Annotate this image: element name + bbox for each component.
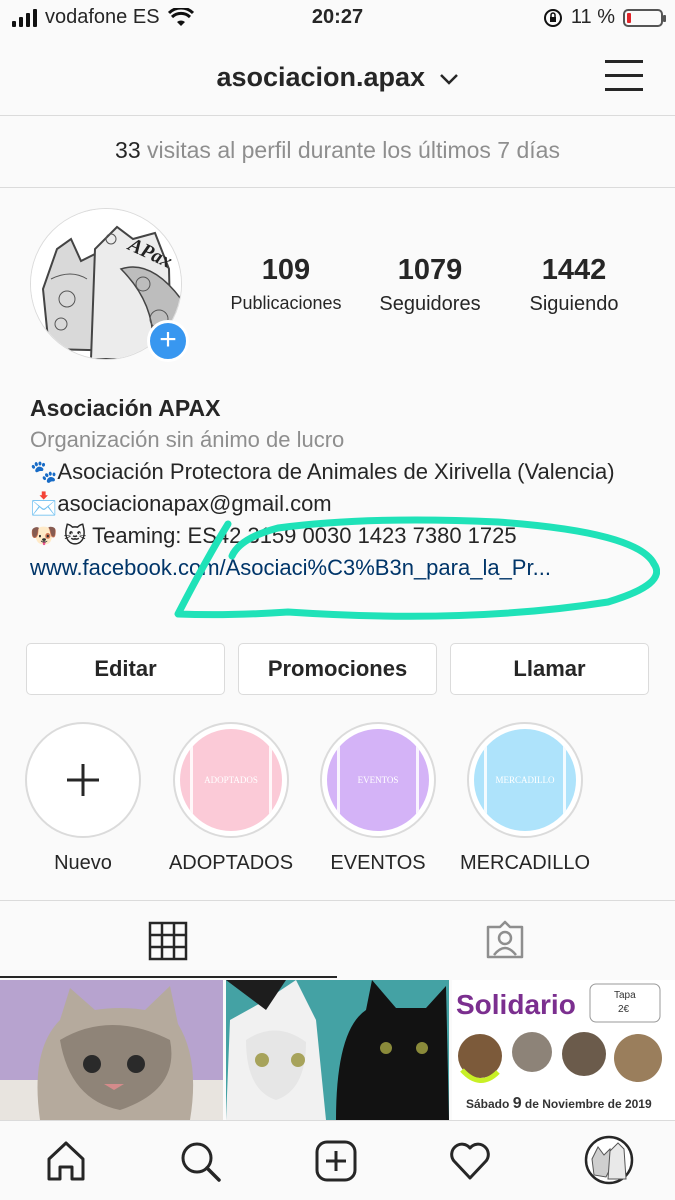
chevron-down-icon: [439, 74, 458, 85]
post-thumbnail[interactable]: [0, 980, 223, 1120]
svg-text:Sábado 9 de Noviembre de 2019: Sábado 9 de Noviembre de 2019: [466, 1095, 652, 1112]
followers-label: Seguidores: [379, 293, 481, 315]
svg-text:Tapa: Tapa: [614, 990, 636, 1001]
status-bar: vodafone ES 20:27 11 %: [0, 0, 675, 38]
highlight-label: ADOPTADOS: [168, 852, 294, 874]
highlight-mercadillo[interactable]: MERCADILLO MERCADILLO: [460, 722, 590, 875]
battery-icon: [623, 8, 666, 27]
highlight-cover: EVENTOS: [327, 729, 429, 831]
posts-count: 109: [261, 254, 311, 286]
active-tab-indicator: [0, 976, 337, 978]
highlight-cover: ADOPTADOS: [180, 729, 282, 831]
visits-count: 33: [115, 137, 141, 163]
profile-tabs: [0, 900, 675, 978]
bottom-tab-bar: [0, 1120, 675, 1200]
rotation-lock-icon: [543, 8, 562, 27]
call-button[interactable]: Llamar: [450, 643, 649, 695]
add-story-button[interactable]: +: [147, 320, 189, 362]
search-icon[interactable]: [178, 1139, 222, 1183]
highlight-cover: MERCADILLO: [474, 729, 576, 831]
plus-icon: [67, 764, 99, 796]
display-name: Asociación APAX: [30, 395, 221, 421]
following-count: 1442: [541, 254, 607, 286]
highlight-label: Nuevo: [54, 852, 112, 874]
profile-avatar-icon[interactable]: [584, 1135, 634, 1185]
battery-percent: 11 %: [570, 6, 615, 28]
followers-count: 1079: [397, 254, 463, 286]
visits-text: visitas al perfil durante los últimos 7 …: [140, 137, 560, 163]
following-stat[interactable]: 1442 Siguiendo: [510, 254, 638, 316]
svg-text:Solidario: Solidario: [456, 989, 576, 1020]
post-grid: Solidario Tapa 2€ Sábado 9 de Noviembre …: [0, 980, 675, 1120]
bio: Asociación APAX Organización sin ánimo d…: [30, 392, 650, 584]
posts-stat[interactable]: 109 Publicaciones: [220, 254, 352, 314]
highlight-adoptados[interactable]: ADOPTADOS ADOPTADOS: [166, 722, 296, 875]
highlight-new[interactable]: Nuevo: [18, 722, 148, 875]
followers-stat[interactable]: 1079 Seguidores: [362, 254, 498, 316]
highlight-label: EVENTOS: [330, 852, 426, 874]
grid-icon[interactable]: [148, 921, 188, 961]
hamburger-menu-icon[interactable]: [605, 60, 643, 92]
home-icon[interactable]: [44, 1139, 88, 1183]
activity-heart-icon[interactable]: [448, 1139, 492, 1183]
highlight-eventos[interactable]: EVENTOS EVENTOS: [313, 722, 443, 875]
edit-profile-button[interactable]: Editar: [26, 643, 225, 695]
username-title: asociacion.apax: [216, 62, 426, 92]
posts-label: Publicaciones: [230, 293, 342, 313]
category-label: Organización sin ánimo de lucro: [30, 427, 345, 452]
new-post-icon[interactable]: [314, 1139, 358, 1183]
bio-teaming: 🐶 🐱 Teaming: ES42 3159 0030 1423 7380 17…: [30, 523, 517, 548]
promotions-button[interactable]: Promociones: [238, 643, 437, 695]
post-thumbnail[interactable]: [226, 980, 449, 1120]
highlight-label: MERCADILLO: [460, 852, 591, 874]
top-nav: asociacion.apax: [0, 38, 675, 116]
bio-description: 🐾Asociación Protectora de Animales de Xi…: [30, 459, 615, 484]
following-label: Siguiendo: [529, 293, 619, 315]
account-switcher[interactable]: asociacion.apax: [0, 62, 675, 93]
svg-text:2€: 2€: [618, 1004, 630, 1015]
profile-visits-banner[interactable]: 33 visitas al perfil durante los últimos…: [0, 116, 675, 188]
tagged-photos-icon[interactable]: [484, 919, 526, 961]
bio-website-link[interactable]: www.facebook.com/Asociaci%C3%B3n_para_la…: [30, 552, 650, 584]
post-thumbnail[interactable]: Solidario Tapa 2€ Sábado 9 de Noviembre …: [452, 980, 675, 1120]
bio-email: 📩asociacionapax@gmail.com: [30, 491, 332, 516]
